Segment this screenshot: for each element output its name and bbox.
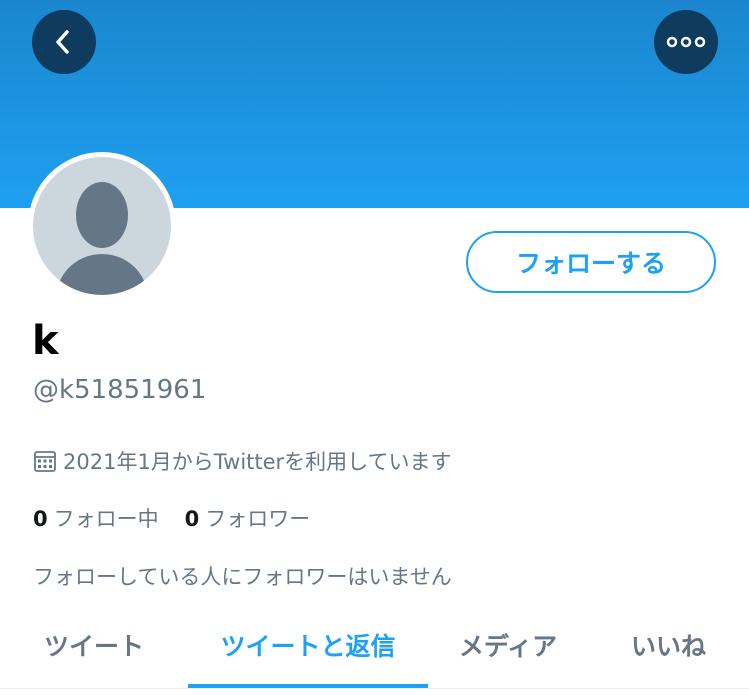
following-label: フォロー中: [53, 507, 159, 531]
tab-likes[interactable]: いいね: [588, 605, 749, 685]
tab-tweets[interactable]: ツイート: [0, 605, 188, 685]
display-name: k: [32, 318, 59, 364]
back-button[interactable]: [32, 10, 96, 74]
followers-label: フォロワー: [205, 507, 311, 531]
profile-tabs: ツイート ツイートと返信 メディア いいね: [0, 605, 749, 688]
followers-count: 0: [184, 507, 200, 531]
followers-stat[interactable]: 0 フォロワー: [185, 503, 311, 533]
tab-media[interactable]: メディア: [428, 605, 588, 685]
more-button[interactable]: [654, 10, 718, 74]
tab-tweets-and-replies[interactable]: ツイートと返信: [188, 605, 428, 685]
follow-button[interactable]: フォローする: [466, 231, 716, 293]
follow-stats: 0 フォロー中 0 フォロワー: [33, 503, 336, 533]
following-count: 0: [33, 507, 48, 531]
chevron-left-icon: [56, 30, 69, 54]
avatar[interactable]: [28, 152, 176, 300]
following-stat[interactable]: 0 フォロー中: [33, 503, 159, 533]
followed-by-text: フォローしている人にフォロワーはいません: [33, 565, 452, 589]
joined-text: 2021年1月からTwitterを利用しています: [63, 450, 452, 474]
more-horizontal-icon: [666, 36, 706, 48]
default-avatar-icon: [33, 157, 171, 295]
joined-date: 2021年1月からTwitterを利用しています: [33, 446, 452, 476]
user-handle: @k51851961: [33, 375, 207, 405]
divider: [0, 688, 749, 689]
calendar-icon: [34, 451, 56, 472]
